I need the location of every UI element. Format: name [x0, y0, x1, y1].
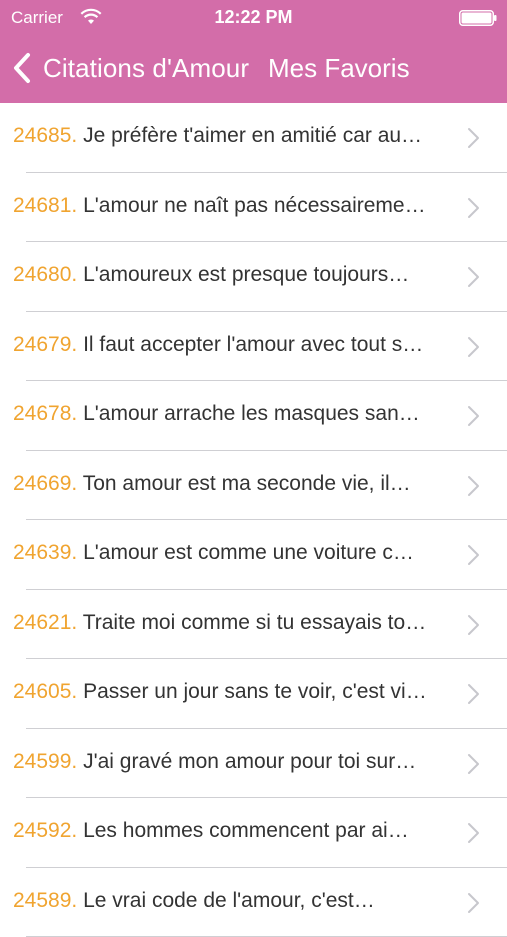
quote-text: Traite moi comme si tu essayais to…: [83, 611, 427, 634]
page-title: Mes Favoris: [268, 53, 410, 84]
quote-text: Il faut accepter l'amour avec tout s…: [83, 333, 423, 356]
list-item[interactable]: 24681. L'amour ne naît pas nécessaireme…: [0, 173, 507, 243]
quote-preview: 24605. Passer un jour sans te voir, c'es…: [13, 680, 443, 704]
quote-text: Passer un jour sans te voir, c'est vi…: [83, 680, 427, 703]
list-item[interactable]: 24669. Ton amour est ma seconde vie, il…: [0, 451, 507, 521]
quote-preview: 24589. Le vrai code de l'amour, c'est…: [13, 889, 443, 913]
quote-number: 24685.: [13, 124, 77, 147]
list-item[interactable]: 24680. L'amoureux est presque toujours…: [0, 242, 507, 312]
battery-icon: [459, 10, 497, 26]
quote-number: 24678.: [13, 402, 77, 425]
quote-number: 24589.: [13, 889, 77, 912]
quote-number: 24681.: [13, 194, 77, 217]
list-item[interactable]: 24678. L'amour arrache les masques san…: [0, 381, 507, 451]
quote-text: L'amoureux est presque toujours…: [83, 263, 409, 286]
quote-number: 24680.: [13, 263, 77, 286]
quote-number: 24605.: [13, 680, 77, 703]
chevron-right-icon: [467, 822, 481, 844]
list-item[interactable]: 24679. Il faut accepter l'amour avec tou…: [0, 312, 507, 382]
quote-preview: 24592. Les hommes commencent par ai…: [13, 819, 443, 843]
quote-number: 24669.: [13, 472, 77, 495]
status-bar: Carrier 12:22 PM: [0, 0, 507, 34]
list-item[interactable]: 24685. Je préfère t'aimer en amitié car …: [0, 103, 507, 173]
list-item[interactable]: 24589. Le vrai code de l'amour, c'est…: [0, 868, 507, 937]
favorites-list: 24685. Je préfère t'aimer en amitié car …: [0, 103, 507, 937]
quote-number: 24592.: [13, 819, 77, 842]
navigation-bar: Citations d'Amour Mes Favoris: [0, 34, 507, 103]
quote-preview: 24680. L'amoureux est presque toujours…: [13, 263, 443, 287]
back-label: Citations d'Amour: [43, 53, 249, 84]
chevron-right-icon: [467, 683, 481, 705]
quote-text: Les hommes commencent par ai…: [83, 819, 409, 842]
quote-preview: 24678. L'amour arrache les masques san…: [13, 402, 443, 426]
chevron-right-icon: [467, 753, 481, 775]
quote-number: 24639.: [13, 541, 77, 564]
quote-number: 24621.: [13, 611, 77, 634]
quote-preview: 24685. Je préfère t'aimer en amitié car …: [13, 124, 443, 148]
back-button[interactable]: Citations d'Amour: [12, 50, 249, 86]
chevron-right-icon: [467, 544, 481, 566]
quote-number: 24679.: [13, 333, 77, 356]
quote-preview: 24679. Il faut accepter l'amour avec tou…: [13, 333, 443, 357]
header: Carrier 12:22 PM Citations d'Amour Mes F…: [0, 0, 507, 103]
quote-preview: 24639. L'amour est comme une voiture c…: [13, 541, 443, 565]
chevron-right-icon: [467, 614, 481, 636]
quote-text: J'ai gravé mon amour pour toi sur…: [83, 750, 416, 773]
chevron-right-icon: [467, 475, 481, 497]
list-item[interactable]: 24621. Traite moi comme si tu essayais t…: [0, 590, 507, 660]
list-item[interactable]: 24592. Les hommes commencent par ai…: [0, 798, 507, 868]
quote-preview: 24669. Ton amour est ma seconde vie, il…: [13, 472, 443, 496]
quote-preview: 24599. J'ai gravé mon amour pour toi sur…: [13, 750, 443, 774]
chevron-right-icon: [467, 266, 481, 288]
chevron-right-icon: [467, 127, 481, 149]
chevron-right-icon: [467, 336, 481, 358]
quote-preview: 24681. L'amour ne naît pas nécessaireme…: [13, 194, 443, 218]
quote-text: L'amour est comme une voiture c…: [83, 541, 414, 564]
quote-text: L'amour arrache les masques san…: [83, 402, 420, 425]
quote-text: Je préfère t'aimer en amitié car au…: [83, 124, 422, 147]
chevron-right-icon: [467, 405, 481, 427]
quote-preview: 24621. Traite moi comme si tu essayais t…: [13, 611, 443, 635]
chevron-right-icon: [467, 892, 481, 914]
list-item[interactable]: 24605. Passer un jour sans te voir, c'es…: [0, 659, 507, 729]
quote-number: 24599.: [13, 750, 77, 773]
back-chevron-icon: [12, 52, 32, 84]
status-time: 12:22 PM: [0, 7, 507, 28]
list-item[interactable]: 24639. L'amour est comme une voiture c…: [0, 520, 507, 590]
list-item[interactable]: 24599. J'ai gravé mon amour pour toi sur…: [0, 729, 507, 799]
quote-text: Ton amour est ma seconde vie, il…: [83, 472, 411, 495]
quote-text: L'amour ne naît pas nécessaireme…: [83, 194, 426, 217]
chevron-right-icon: [467, 197, 481, 219]
quote-text: Le vrai code de l'amour, c'est…: [83, 889, 375, 912]
